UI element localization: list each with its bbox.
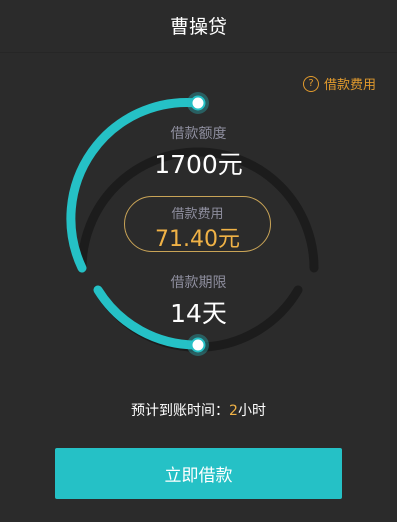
fee-label: 借款费用 [171,207,224,222]
term-slider-handle[interactable] [190,337,206,353]
amount-value: 1700元 [154,150,243,179]
arrival-time: 预计到账时间：2小时 [0,400,397,420]
loan-dial [66,92,319,356]
fee-box: 借款费用 71.40元 [124,196,271,252]
amount-slider-handle[interactable] [190,95,206,111]
term-value: 14天 [170,299,227,328]
arrival-suffix: 小时 [237,403,266,419]
term-label: 借款期限 [170,275,227,291]
arrival-prefix: 预计到账时间： [131,403,230,419]
fee-value: 71.40元 [155,227,240,252]
amount-label: 借款额度 [170,126,227,142]
arrival-hours: 2 [229,403,238,419]
borrow-now-button[interactable]: 立即借款 [55,448,342,499]
